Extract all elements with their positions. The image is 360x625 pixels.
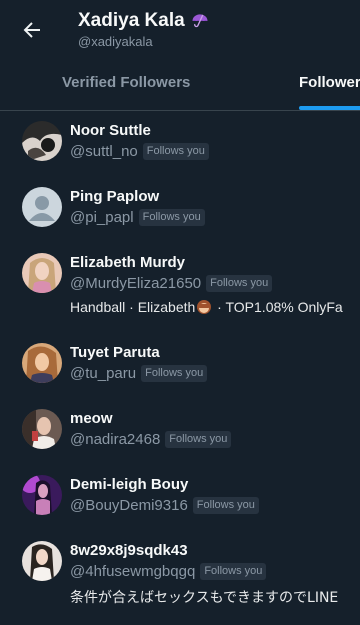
follower-name[interactable]: 8w29x8j9sqdk43 (70, 542, 188, 559)
page-title: Xadiya Kala (78, 10, 210, 32)
follows-you-badge: Follows you (141, 365, 208, 382)
avatar[interactable] (22, 343, 62, 383)
bio-text-end: · TOP1.08% OnlyFa (213, 299, 343, 315)
avatar[interactable] (22, 541, 62, 581)
list-item[interactable]: Demi-leigh Bouy @BouyDemi9316 Follows yo… (0, 464, 360, 530)
follows-you-badge: Follows you (165, 431, 232, 448)
handle-line: @4hfusewmgbqgq Follows you (70, 563, 267, 580)
profile-handle: @xadiyakala (78, 34, 153, 49)
avatar[interactable] (22, 475, 62, 515)
profile-name: Xadiya Kala (78, 10, 185, 31)
follows-you-badge: Follows you (192, 497, 259, 514)
follower-tabs: Verified Followers Follower (0, 62, 360, 110)
follows-you-badge: Follows you (200, 563, 267, 580)
follower-bio: Handball · Elizabeth · TOP1.08% OnlyFa (70, 299, 343, 315)
list-item[interactable]: Ping Paplow @pi_papl Follows you (0, 176, 360, 242)
handle-line: @MurdyEliza21650 Follows you (70, 275, 273, 292)
handle-line: @pi_papl Follows you (70, 209, 205, 226)
avatar[interactable] (22, 253, 62, 293)
see-no-evil-monkey-icon (197, 300, 212, 314)
follower-name[interactable]: Tuyet Paruta (70, 344, 160, 361)
follower-handle[interactable]: @tu_paru (70, 365, 136, 382)
handle-line: @suttl_no Follows you (70, 143, 209, 160)
handle-line: @tu_paru Follows you (70, 365, 208, 382)
follows-you-badge: Follows you (138, 209, 205, 226)
follower-handle[interactable]: @pi_papl (70, 209, 134, 226)
follower-name[interactable]: meow (70, 410, 113, 427)
avatar[interactable] (22, 409, 62, 449)
list-item[interactable]: Tuyet Paruta @tu_paru Follows you (0, 332, 360, 398)
follower-handle[interactable]: @nadira2468 (70, 431, 160, 448)
followers-list: Noor Suttle @suttl_no Follows you Ping P… (0, 110, 360, 620)
avatar[interactable] (22, 121, 62, 161)
follower-bio: 条件が合えばセックスもできますのでLINE (70, 590, 339, 606)
avatar[interactable] (22, 187, 62, 227)
follower-name[interactable]: Ping Paplow (70, 188, 159, 205)
follower-handle[interactable]: @MurdyEliza21650 (70, 275, 201, 292)
follower-name[interactable]: Demi-leigh Bouy (70, 476, 188, 493)
back-arrow-icon[interactable] (20, 18, 44, 42)
follows-you-badge: Follows you (142, 143, 209, 160)
handle-line: @BouyDemi9316 Follows you (70, 497, 259, 514)
bio-text-start: Handball · Elizabeth (70, 299, 196, 315)
follower-handle[interactable]: @BouyDemi9316 (70, 497, 188, 514)
umbrella-icon (192, 14, 208, 28)
tab-verified-followers[interactable]: Verified Followers (62, 74, 190, 91)
profile-title-block: Xadiya Kala @xadiyakala (78, 10, 210, 49)
handle-line: @nadira2468 Follows you (70, 431, 232, 448)
list-item[interactable]: meow @nadira2468 Follows you (0, 398, 360, 464)
top-header: Xadiya Kala @xadiyakala Verified Followe… (0, 0, 360, 111)
list-item[interactable]: Noor Suttle @suttl_no Follows you (0, 110, 360, 176)
follower-name[interactable]: Elizabeth Murdy (70, 254, 185, 271)
follower-name[interactable]: Noor Suttle (70, 122, 151, 139)
follows-you-badge: Follows you (206, 275, 273, 292)
list-item[interactable]: Elizabeth Murdy @MurdyEliza21650 Follows… (0, 242, 360, 332)
list-item[interactable]: 8w29x8j9sqdk43 @4hfusewmgbqgq Follows yo… (0, 530, 360, 620)
tab-followers[interactable]: Follower (299, 74, 360, 91)
follower-handle[interactable]: @4hfusewmgbqgq (70, 563, 195, 580)
follower-handle[interactable]: @suttl_no (70, 143, 138, 160)
